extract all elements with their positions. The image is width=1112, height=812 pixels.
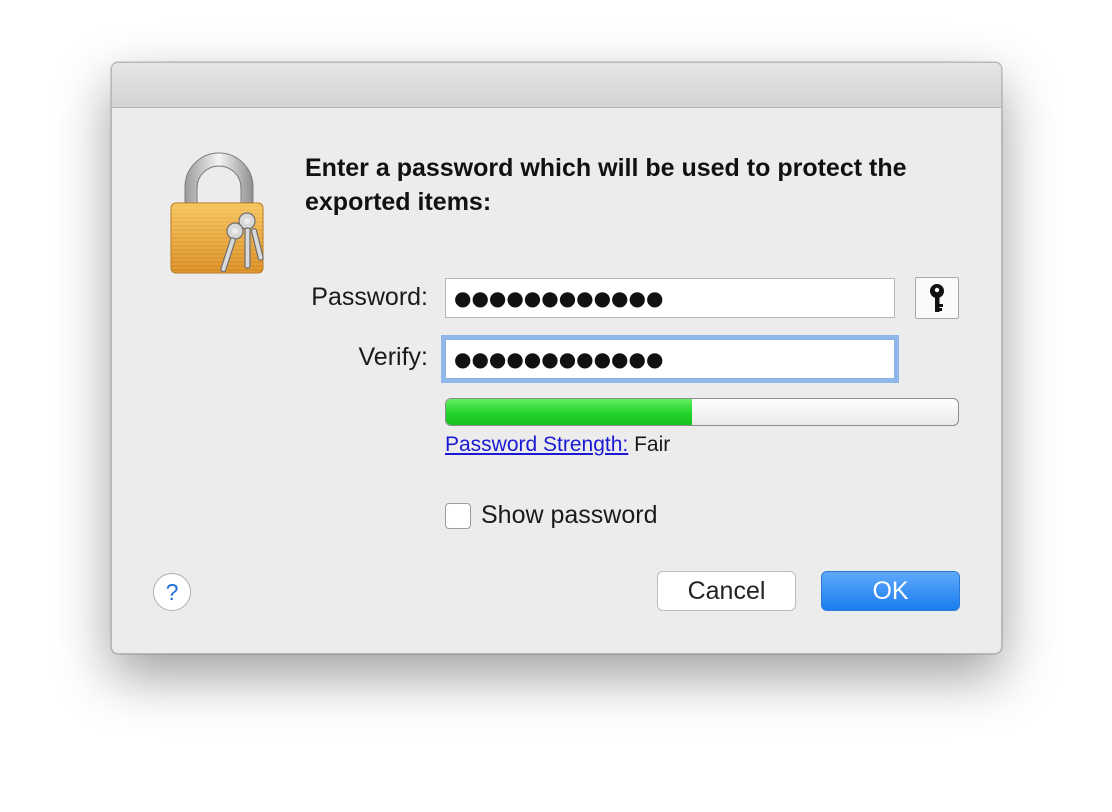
help-button[interactable]: ? xyxy=(153,573,191,611)
lock-with-keys-icon xyxy=(170,152,264,274)
show-password-checkbox[interactable] xyxy=(445,502,471,529)
password-assistant-button[interactable] xyxy=(915,277,959,319)
password-field[interactable]: ●●●●●●●●●●●● xyxy=(445,278,895,318)
show-password-row[interactable]: Show password xyxy=(445,501,657,530)
password-strength-value: Fair xyxy=(634,433,671,456)
cancel-button[interactable]: Cancel xyxy=(657,571,796,611)
show-password-label[interactable]: Show password xyxy=(481,501,657,530)
password-label: Password: xyxy=(311,283,428,311)
key-icon xyxy=(930,284,944,312)
ok-button[interactable]: OK xyxy=(821,571,960,611)
password-strength-link[interactable]: Password Strength: xyxy=(445,433,628,456)
dialog-titlebar[interactable] xyxy=(112,63,1001,108)
dialog-heading: Enter a password which will be used to p… xyxy=(305,154,907,216)
password-strength-meter xyxy=(445,398,959,426)
password-strength-row: Password Strength: Fair xyxy=(445,433,670,457)
export-password-dialog: Enter a password which will be used to p… xyxy=(111,62,1002,654)
password-strength-fill xyxy=(446,399,692,425)
verify-field[interactable]: ●●●●●●●●●●●● xyxy=(445,339,895,379)
verify-label: Verify: xyxy=(358,343,428,371)
